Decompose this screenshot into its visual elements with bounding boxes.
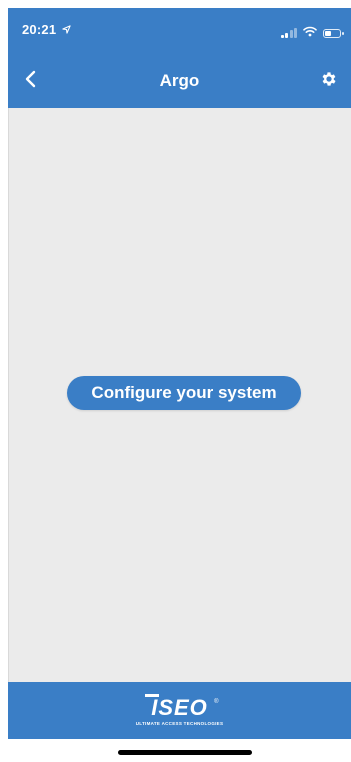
home-indicator-area [8,739,351,762]
status-time-text: 20:21 [22,22,57,37]
back-button[interactable] [16,67,44,95]
iseo-logo: ISEO ® ULTIMATE ACCESS TECHNOLOGIES [132,691,228,731]
location-arrow-icon [62,25,71,37]
wifi-icon [303,24,317,42]
settings-button[interactable] [315,67,343,95]
cellular-signal-icon [280,28,297,38]
home-indicator[interactable] [118,750,252,755]
status-time: 20:21 [22,22,71,37]
status-icons [280,24,344,42]
chevron-left-icon [24,70,36,93]
configure-system-button[interactable]: Configure your system [67,376,301,410]
logo-registered-mark: ® [214,698,219,705]
navigation-bar: Argo [8,54,351,108]
app-header: 20:21 Argo [8,8,351,108]
footer: ISEO ® ULTIMATE ACCESS TECHNOLOGIES [8,682,351,739]
battery-icon [323,28,344,38]
status-bar: 20:21 [8,8,351,54]
page-title: Argo [159,71,200,90]
main-content: Configure your system [8,108,351,682]
logo-accent-bar [144,693,159,697]
logo-tagline: ULTIMATE ACCESS TECHNOLOGIES [135,720,224,726]
app-screen: 20:21 Argo Configure your system ISEO ® … [0,0,351,762]
gear-icon [320,70,338,93]
